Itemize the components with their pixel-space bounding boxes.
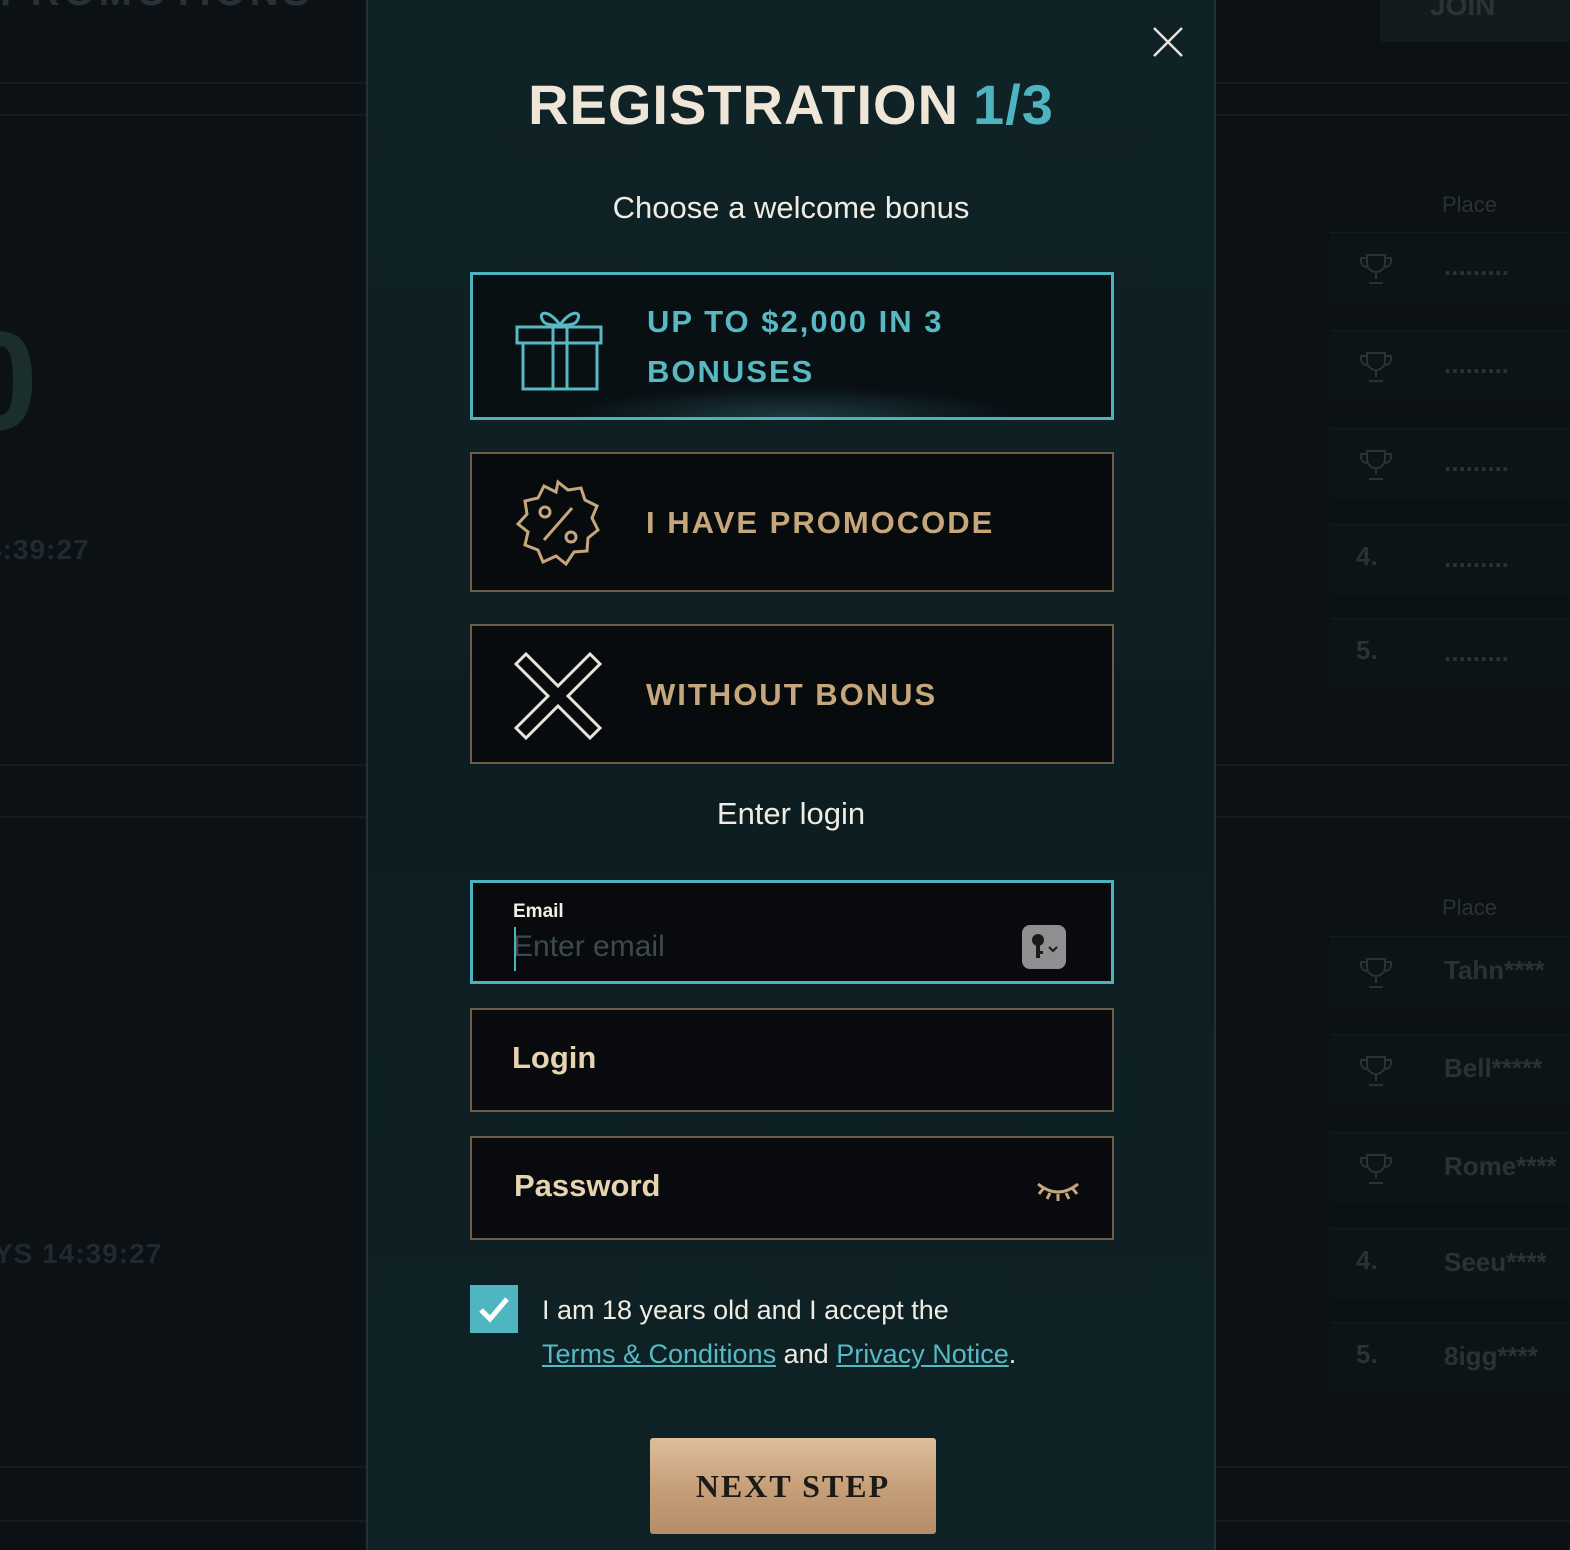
terms-link[interactable]: Terms & Conditions (542, 1339, 776, 1369)
password-field[interactable]: Password (470, 1136, 1114, 1240)
leaderboard-row: ......... (1330, 428, 1570, 499)
page: PROMOTIONS 0 4:39:27 YS 14:39:27 JOIN Pl… (0, 0, 1570, 1550)
step-indicator: 1/3 (973, 73, 1054, 136)
trophy-icon (1360, 352, 1392, 382)
bg-place-header: Place (1442, 895, 1498, 920)
bonus-option-welcome[interactable]: UP TO $2,000 IN 3 BONUSES (470, 272, 1114, 420)
leaderboard-name: Tahn**** (1444, 955, 1545, 985)
leaderboard-row: 5. ......... (1330, 618, 1570, 689)
text-caret (514, 927, 516, 971)
bonus-label: UP TO $2,000 IN 3 BONUSES (647, 304, 944, 389)
bg-section-title: PROMOTIONS (0, 0, 313, 15)
bonus-label: I HAVE PROMOCODE (646, 505, 995, 540)
leaderboard-row: 5. 8igg**** (1330, 1322, 1570, 1393)
bonus-label: WITHOUT BONUS (646, 677, 938, 712)
bg-timer: 4:39:27 (0, 534, 90, 565)
leaderboard-rank: 4. (1356, 1245, 1378, 1275)
next-step-button[interactable]: NEXT STEP (650, 1438, 936, 1534)
email-label: Email (513, 901, 564, 922)
percent-badge-icon (515, 479, 600, 567)
leaderboard-row: ......... (1330, 232, 1570, 303)
modal-title: REGISTRATION 1/3 (368, 72, 1214, 137)
trophy-icon (1360, 1154, 1392, 1184)
trophy-icon (1360, 450, 1392, 480)
login-heading: Enter login (716, 796, 866, 831)
consent-and: and (783, 1339, 829, 1369)
login-field[interactable]: Login (470, 1008, 1114, 1112)
checkmark-icon (479, 1297, 509, 1323)
leaderboard-row: Rome**** (1330, 1132, 1570, 1203)
leaderboard-rank: 5. (1356, 635, 1378, 665)
title-text: REGISTRATION (528, 73, 960, 136)
leaderboard-name: Bell***** (1444, 1053, 1543, 1083)
leaderboard-row: Tahn**** (1330, 936, 1570, 1007)
leaderboard-row: Bell***** (1330, 1034, 1570, 1105)
leaderboard-rank: 5. (1356, 1339, 1378, 1369)
leaderboard-row: 4. ......... (1330, 524, 1570, 595)
bg-timer: YS 14:39:27 (0, 1238, 163, 1269)
email-input[interactable] (513, 927, 993, 967)
eye-closed-icon[interactable] (1034, 1174, 1082, 1206)
bg-join-button[interactable]: JOIN (1380, 0, 1570, 42)
trophy-icon (1360, 1056, 1392, 1086)
consent-period: . (1008, 1339, 1017, 1369)
trophy-icon (1360, 254, 1392, 284)
leaderboard-name: 8igg**** (1444, 1341, 1538, 1371)
leaderboard-name: Seeu**** (1444, 1247, 1547, 1277)
bonus-option-no-bonus[interactable]: WITHOUT BONUS (470, 624, 1114, 764)
leaderboard-name: Rome**** (1444, 1151, 1557, 1181)
trophy-icon (1360, 958, 1392, 988)
leaderboard-name: ......... (1444, 251, 1510, 281)
privacy-link[interactable]: Privacy Notice (836, 1339, 1009, 1369)
login-placeholder: Login (512, 1040, 597, 1075)
password-manager-key-icon[interactable] (1022, 925, 1066, 969)
gift-icon (515, 311, 603, 391)
consent-text: I am 18 years old and I accept the Terms… (542, 1288, 1102, 1376)
registration-modal: REGISTRATION 1/3 Choose a welcome bonus U… (366, 0, 1216, 1550)
leaderboard-row: ......... (1330, 330, 1570, 401)
bg-big-value: 0 (0, 300, 38, 462)
cross-icon (513, 651, 603, 741)
leaderboard-rank: 4. (1356, 541, 1378, 571)
leaderboard-name: ......... (1444, 447, 1510, 477)
leaderboard-name: ......... (1444, 637, 1510, 667)
password-placeholder: Password (514, 1168, 661, 1203)
leaderboard-name: ......... (1444, 543, 1510, 573)
email-field[interactable]: Email (470, 880, 1114, 984)
bg-place-header: Place (1442, 192, 1498, 217)
consent-text-before: I am 18 years old and I accept the (542, 1295, 949, 1325)
age-consent-checkbox[interactable] (470, 1285, 518, 1333)
leaderboard-row: 4. Seeu**** (1330, 1228, 1570, 1299)
bonus-subtitle: Choose a welcome bonus (612, 190, 970, 225)
leaderboard-name: ......... (1444, 349, 1510, 379)
bonus-option-promocode[interactable]: I HAVE PROMOCODE (470, 452, 1114, 592)
close-icon[interactable] (1148, 22, 1188, 62)
